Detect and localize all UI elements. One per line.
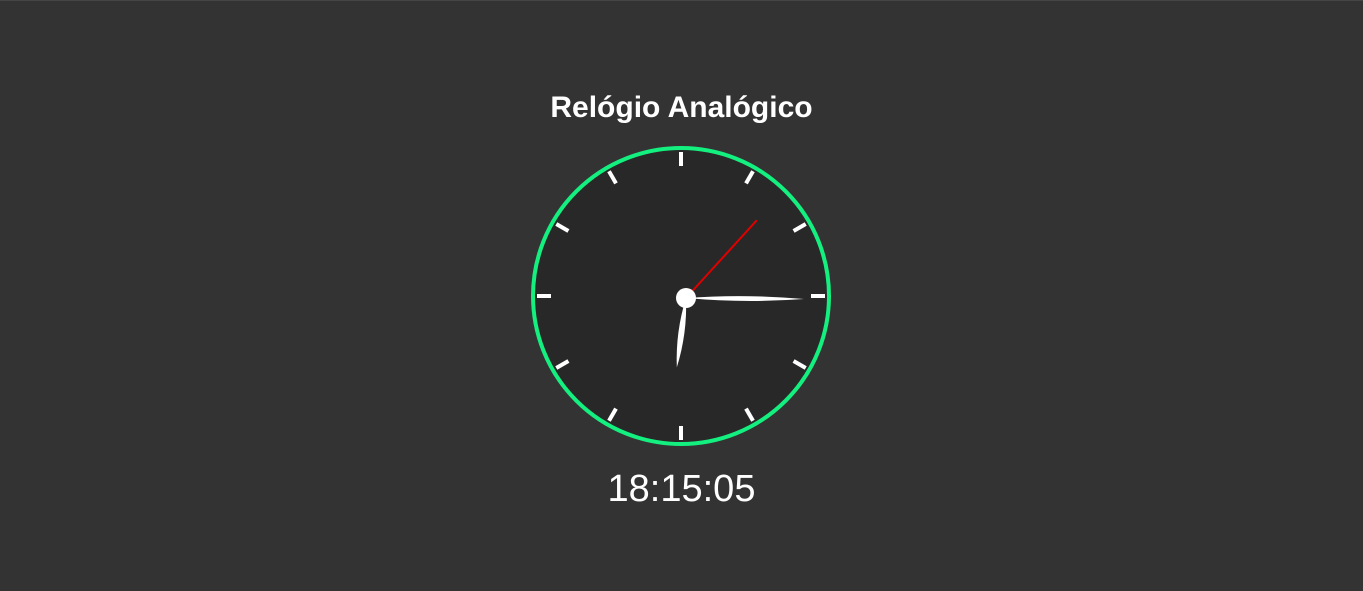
top-border <box>0 0 1363 1</box>
page-title: Relógio Analógico <box>550 91 813 124</box>
analog-clock <box>530 146 832 446</box>
digital-time: 18:15:05 <box>607 468 756 510</box>
center-pin <box>676 288 696 308</box>
clock-svg <box>531 146 831 446</box>
